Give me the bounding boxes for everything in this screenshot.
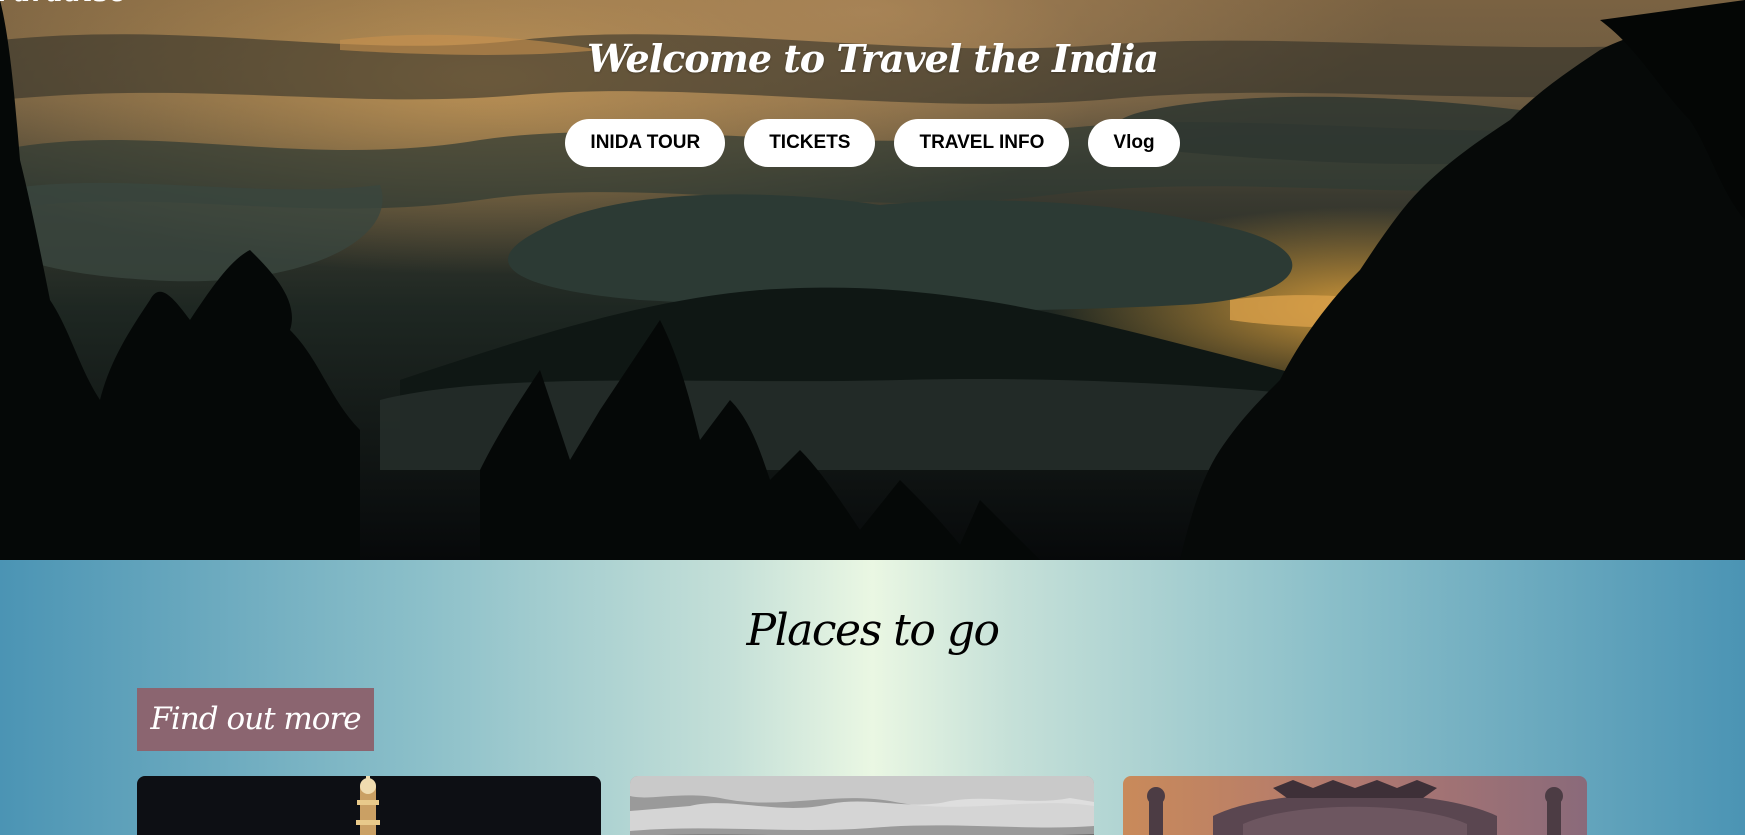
main-nav: INIDA TOUR TICKETS TRAVEL INFO Vlog (0, 119, 1745, 167)
nav-tickets-button[interactable]: TICKETS (744, 119, 876, 167)
hero-section: Paradise Welcome to Travel the India INI… (0, 0, 1745, 560)
hero-title: Welcome to Travel the India (586, 36, 1159, 81)
place-card-2-image (630, 776, 1094, 835)
nav-vlog-button[interactable]: Vlog (1088, 119, 1180, 167)
places-section: Places to go Find out more (0, 560, 1745, 835)
place-card-3[interactable] (1123, 776, 1587, 835)
place-card-1[interactable] (137, 776, 601, 835)
place-card-1-image (137, 776, 601, 835)
find-out-more-button[interactable]: Find out more (137, 688, 374, 751)
places-title: Places to go (746, 605, 1000, 656)
place-card-2[interactable] (630, 776, 1094, 835)
brand-logo-text[interactable]: Paradise (0, 0, 127, 8)
nav-india-tour-button[interactable]: INIDA TOUR (565, 119, 726, 167)
nav-travel-info-button[interactable]: TRAVEL INFO (894, 119, 1070, 167)
place-card-3-image (1123, 776, 1587, 835)
hero-background-image (0, 0, 1745, 560)
